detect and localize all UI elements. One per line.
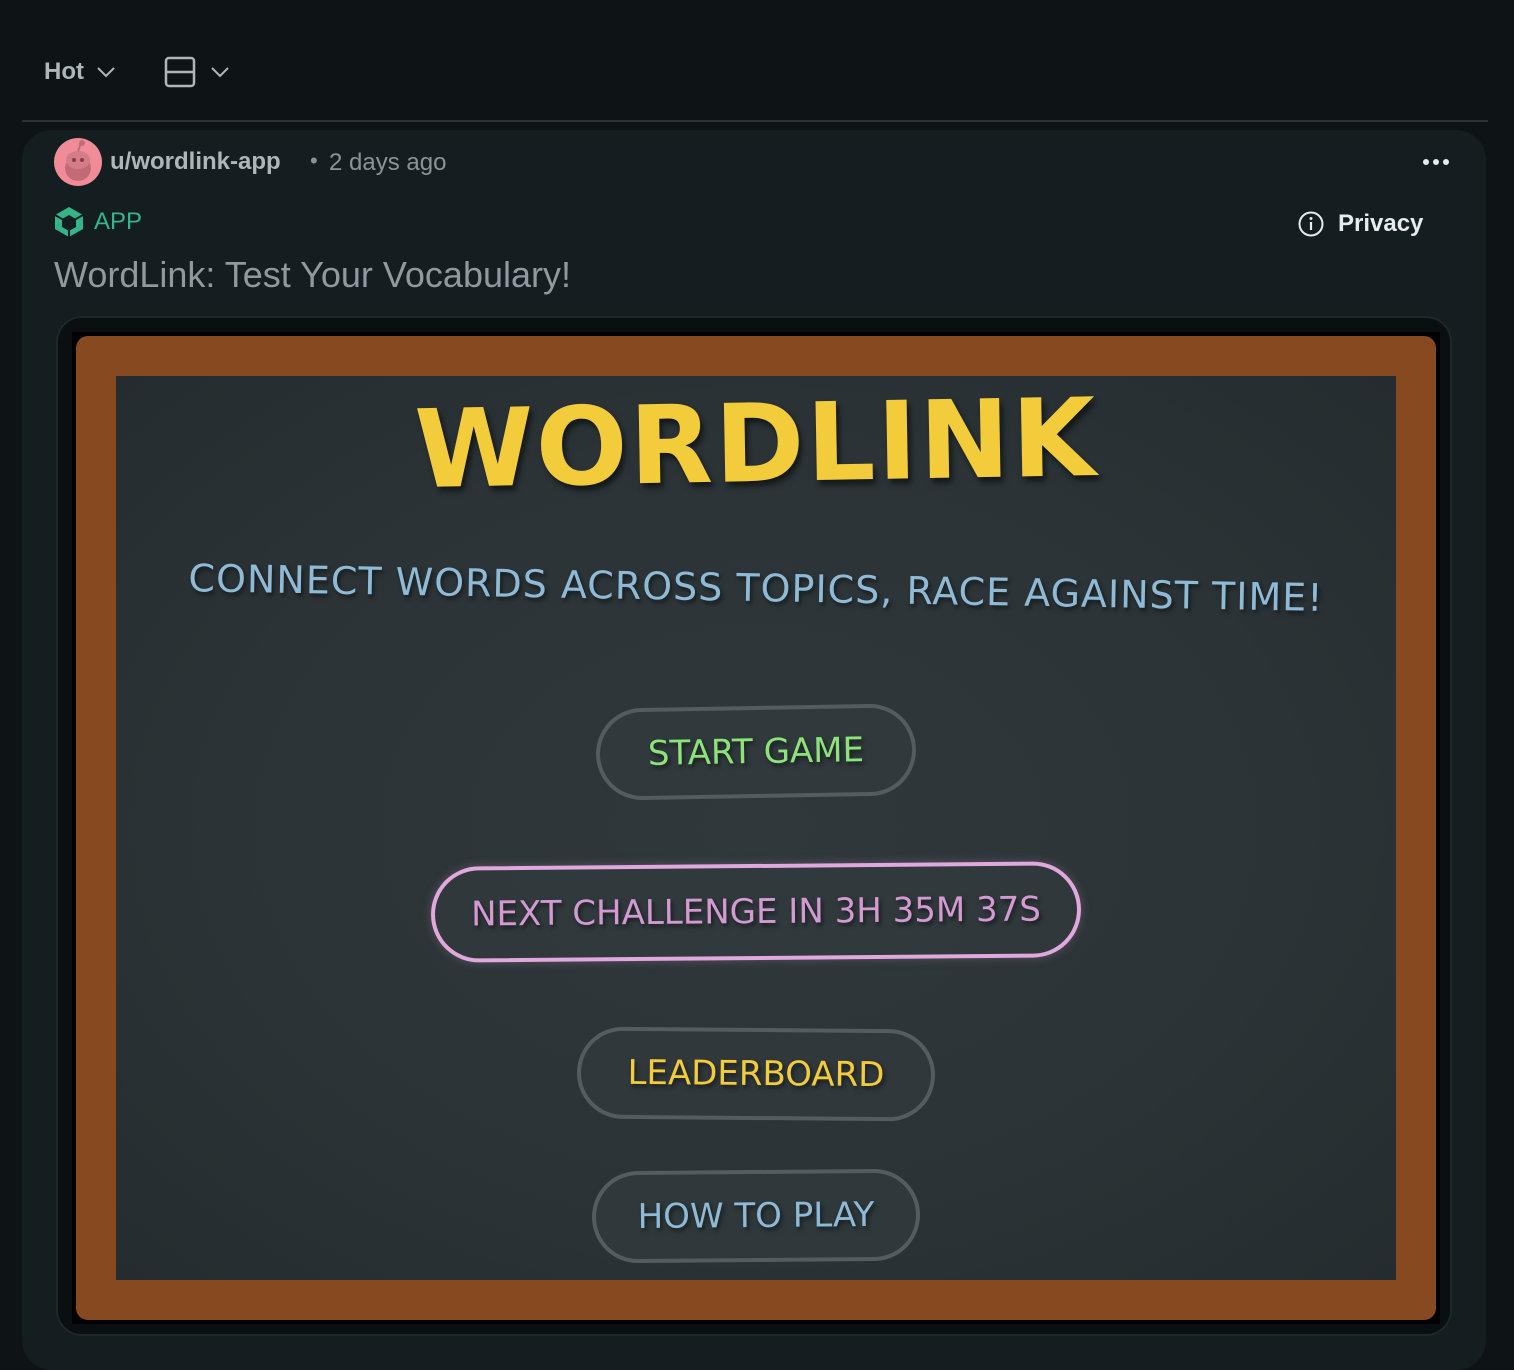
app-badge-label: APP xyxy=(94,208,143,235)
game-title: WORDLINK xyxy=(413,376,1099,513)
leaderboard-button[interactable]: LEADERBOARD xyxy=(576,1026,936,1122)
more-dot xyxy=(1423,159,1429,165)
more-options-button[interactable] xyxy=(1412,144,1460,180)
avatar[interactable] xyxy=(54,138,102,186)
wood-border: WORDLINK CONNECT WORDS ACROSS TOPICS, RA… xyxy=(76,336,1436,1320)
more-dot xyxy=(1443,159,1449,165)
more-dot xyxy=(1433,159,1439,165)
toolbar-divider xyxy=(22,120,1488,122)
chevron-down-icon xyxy=(97,67,115,78)
post-time: 2 days ago xyxy=(329,149,447,176)
how-to-play-button[interactable]: HOW TO PLAY xyxy=(591,1168,921,1264)
post-title[interactable]: WordLink: Test Your Vocabulary! xyxy=(54,254,571,296)
info-icon xyxy=(1298,211,1324,237)
post-card[interactable]: u/wordlink-app • 2 days ago APP Privacy … xyxy=(22,130,1486,1370)
game-tagline: CONNECT WORDS ACROSS TOPICS, RACE AGAINS… xyxy=(188,556,1324,620)
feed-toolbar: Hot xyxy=(0,0,1514,122)
snoo-avatar-icon xyxy=(65,140,91,181)
start-game-button[interactable]: START GAME xyxy=(595,703,917,801)
meta-separator: • xyxy=(310,148,318,173)
next-challenge-button[interactable]: NEXT CHALLENGE IN 3H 35M 37S xyxy=(430,861,1082,963)
game-embed: WORDLINK CONNECT WORDS ACROSS TOPICS, RA… xyxy=(56,316,1452,1336)
game-frame: WORDLINK CONNECT WORDS ACROSS TOPICS, RA… xyxy=(72,332,1440,1324)
card-view-icon xyxy=(164,56,196,88)
sort-label: Hot xyxy=(44,58,84,85)
post-author[interactable]: u/wordlink-app xyxy=(110,148,281,176)
app-badge: APP xyxy=(54,206,142,238)
chalkboard: WORDLINK CONNECT WORDS ACROSS TOPICS, RA… xyxy=(116,376,1396,1280)
sort-dropdown[interactable]: Hot xyxy=(30,48,130,96)
app-cube-icon xyxy=(54,207,84,237)
view-mode-dropdown[interactable] xyxy=(150,48,244,96)
privacy-label: Privacy xyxy=(1338,210,1424,237)
chevron-down-icon xyxy=(211,67,229,78)
privacy-button[interactable]: Privacy xyxy=(1298,210,1423,238)
